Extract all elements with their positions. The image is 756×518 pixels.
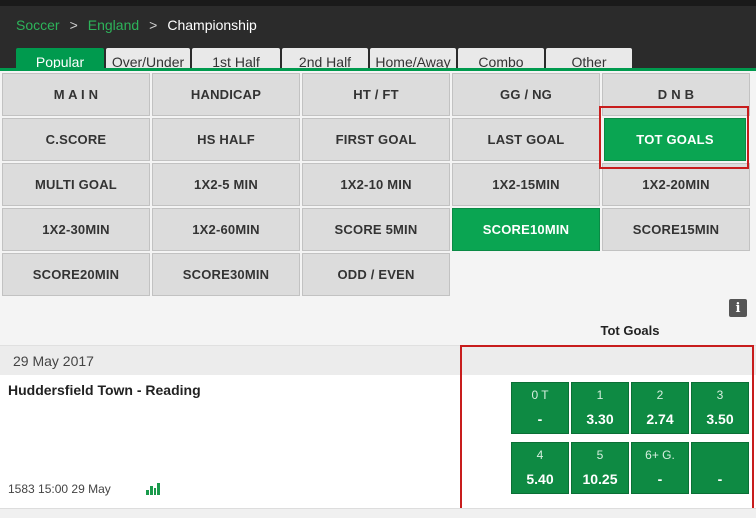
market-1x2-30min[interactable]: 1X2-30MIN: [2, 208, 150, 251]
market-main[interactable]: M A I N: [2, 73, 150, 116]
market-score20min[interactable]: SCORE20MIN: [2, 253, 150, 296]
market-grid: M A I N HANDICAP HT / FT GG / NG D N B C…: [0, 71, 756, 297]
bar-chart-icon[interactable]: [146, 483, 160, 495]
odds-label: 4: [536, 448, 544, 462]
event-meta: 1583 15:00 29 May: [8, 482, 111, 496]
odds-value: 3.30: [586, 411, 614, 427]
odds-value: 10.25: [582, 471, 618, 487]
odds-button-6plus[interactable]: 6+ G. -: [631, 442, 689, 494]
odds-button-0t[interactable]: 0 T -: [511, 382, 569, 434]
breadcrumb-separator: >: [149, 17, 158, 33]
odds-value: 2.74: [646, 411, 674, 427]
odds-value: -: [657, 471, 663, 487]
breadcrumb-championship: Championship: [167, 17, 257, 33]
breadcrumb-soccer[interactable]: Soccer: [16, 17, 60, 33]
market-score10min[interactable]: SCORE10MIN: [452, 208, 600, 251]
market-1x2-60min[interactable]: 1X2-60MIN: [152, 208, 300, 251]
breadcrumb: Soccer > England > Championship: [16, 17, 257, 33]
odds-button-2[interactable]: 2 2.74: [631, 382, 689, 434]
odds-value: 5.40: [526, 471, 554, 487]
odds-label: 0 T: [531, 388, 549, 402]
market-odd-even[interactable]: ODD / EVEN: [302, 253, 450, 296]
odds-button-empty[interactable]: -: [691, 442, 749, 494]
market-multi-goal[interactable]: MULTI GOAL: [2, 163, 150, 206]
odds-button-5[interactable]: 5 10.25: [571, 442, 629, 494]
breadcrumb-separator: >: [69, 17, 78, 33]
market-c-score[interactable]: C.SCORE: [2, 118, 150, 161]
market-score30min[interactable]: SCORE30MIN: [152, 253, 300, 296]
market-ht-ft[interactable]: HT / FT: [302, 73, 450, 116]
market-1x2-20min[interactable]: 1X2-20MIN: [602, 163, 750, 206]
breadcrumb-england[interactable]: England: [88, 17, 139, 33]
odds-label: 5: [596, 448, 604, 462]
market-handicap[interactable]: HANDICAP: [152, 73, 300, 116]
market-tot-goals[interactable]: TOT GOALS: [604, 118, 746, 161]
odds-label: 1: [596, 388, 604, 402]
market-1x2-10-min[interactable]: 1X2-10 MIN: [302, 163, 450, 206]
date-row: 29 May 2017: [0, 345, 756, 375]
odds-value: -: [717, 471, 723, 487]
odds-value: -: [537, 411, 543, 427]
market-last-goal[interactable]: LAST GOAL: [452, 118, 600, 161]
event-date: 29 May 2017: [13, 353, 94, 369]
market-1x2-15min[interactable]: 1X2-15MIN: [452, 163, 600, 206]
odds-label: 6+ G.: [645, 448, 675, 462]
market-score-5min[interactable]: SCORE 5MIN: [302, 208, 450, 251]
market-dnb[interactable]: D N B: [602, 73, 750, 116]
odds-button-3[interactable]: 3 3.50: [691, 382, 749, 434]
market-hs-half[interactable]: HS HALF: [152, 118, 300, 161]
top-bar: Soccer > England > Championship Popular Over…: [0, 0, 756, 76]
market-gg-ng[interactable]: GG / NG: [452, 73, 600, 116]
market-1x2-5-min[interactable]: 1X2-5 MIN: [152, 163, 300, 206]
info-icon[interactable]: i: [729, 299, 747, 317]
market-score15min[interactable]: SCORE15MIN: [602, 208, 750, 251]
odds-button-4[interactable]: 4 5.40: [511, 442, 569, 494]
bottom-divider: [0, 508, 756, 518]
odds-label: 2: [656, 388, 664, 402]
odds-value: 3.50: [706, 411, 734, 427]
event-teams[interactable]: Huddersfield Town - Reading: [8, 382, 201, 398]
column-header-tot-goals: Tot Goals: [600, 323, 660, 338]
odds-label: 3: [716, 388, 724, 402]
market-first-goal[interactable]: FIRST GOAL: [302, 118, 450, 161]
odds-button-1[interactable]: 1 3.30: [571, 382, 629, 434]
